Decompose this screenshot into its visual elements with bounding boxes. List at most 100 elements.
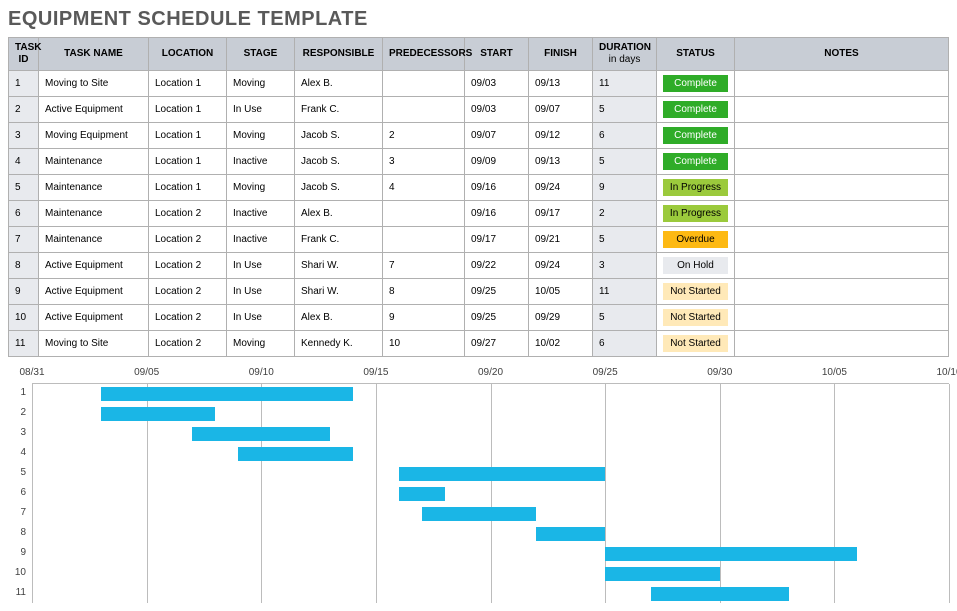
cell-notes	[735, 279, 949, 305]
gantt-date-label: 08/31	[19, 367, 44, 378]
cell-status: Not Started	[657, 279, 735, 305]
gantt-bar	[422, 507, 537, 521]
cell-predecessors	[383, 227, 465, 253]
status-badge: On Hold	[663, 257, 728, 274]
cell-status: Complete	[657, 97, 735, 123]
gantt-row-label: 9	[8, 543, 32, 563]
cell-start: 09/03	[465, 97, 529, 123]
col-header-duration: DURATION in days	[593, 38, 657, 71]
gantt-row-label: 10	[8, 563, 32, 583]
gantt-row-label: 2	[8, 403, 32, 423]
status-badge: Complete	[663, 101, 728, 118]
cell-start: 09/25	[465, 305, 529, 331]
cell-id: 3	[9, 123, 39, 149]
table-row: 2Active EquipmentLocation 1In UseFrank C…	[9, 97, 949, 123]
cell-status: Overdue	[657, 227, 735, 253]
cell-duration: 6	[593, 123, 657, 149]
cell-notes	[735, 305, 949, 331]
status-badge: In Progress	[663, 179, 728, 196]
cell-start: 09/27	[465, 331, 529, 357]
cell-duration: 5	[593, 97, 657, 123]
cell-stage: In Use	[227, 279, 295, 305]
cell-finish: 09/24	[529, 175, 593, 201]
cell-location: Location 2	[149, 201, 227, 227]
cell-location: Location 2	[149, 331, 227, 357]
cell-duration: 11	[593, 71, 657, 97]
cell-start: 09/03	[465, 71, 529, 97]
table-row: 10Active EquipmentLocation 2In UseAlex B…	[9, 305, 949, 331]
cell-notes	[735, 253, 949, 279]
cell-predecessors: 9	[383, 305, 465, 331]
cell-responsible: Jacob S.	[295, 175, 383, 201]
cell-start: 09/09	[465, 149, 529, 175]
cell-notes	[735, 227, 949, 253]
cell-name: Active Equipment	[39, 253, 149, 279]
table-row: 9Active EquipmentLocation 2In UseShari W…	[9, 279, 949, 305]
cell-finish: 09/29	[529, 305, 593, 331]
cell-id: 5	[9, 175, 39, 201]
cell-stage: Moving	[227, 123, 295, 149]
cell-start: 09/17	[465, 227, 529, 253]
cell-finish: 09/17	[529, 201, 593, 227]
cell-finish: 09/12	[529, 123, 593, 149]
table-row: 7MaintenanceLocation 2InactiveFrank C.09…	[9, 227, 949, 253]
cell-predecessors: 10	[383, 331, 465, 357]
cell-stage: In Use	[227, 305, 295, 331]
cell-stage: Inactive	[227, 201, 295, 227]
cell-responsible: Shari W.	[295, 253, 383, 279]
gantt-row-label: 3	[8, 423, 32, 443]
status-badge: Complete	[663, 127, 728, 144]
cell-stage: Inactive	[227, 227, 295, 253]
cell-start: 09/25	[465, 279, 529, 305]
col-header-status: STATUS	[657, 38, 735, 71]
cell-finish: 09/13	[529, 149, 593, 175]
cell-name: Maintenance	[39, 149, 149, 175]
cell-duration: 6	[593, 331, 657, 357]
cell-status: On Hold	[657, 253, 735, 279]
cell-id: 9	[9, 279, 39, 305]
cell-location: Location 1	[149, 71, 227, 97]
gantt-bar	[101, 387, 353, 401]
cell-id: 6	[9, 201, 39, 227]
status-badge: Not Started	[663, 283, 728, 300]
cell-finish: 10/02	[529, 331, 593, 357]
page-title: EQUIPMENT SCHEDULE TEMPLATE	[8, 8, 949, 31]
cell-status: Not Started	[657, 331, 735, 357]
cell-responsible: Frank C.	[295, 227, 383, 253]
cell-finish: 10/05	[529, 279, 593, 305]
gantt-grid	[32, 383, 949, 603]
cell-notes	[735, 149, 949, 175]
cell-duration: 11	[593, 279, 657, 305]
cell-name: Maintenance	[39, 227, 149, 253]
cell-name: Active Equipment	[39, 97, 149, 123]
cell-location: Location 2	[149, 279, 227, 305]
cell-notes	[735, 97, 949, 123]
cell-stage: Moving	[227, 71, 295, 97]
cell-responsible: Shari W.	[295, 279, 383, 305]
gantt-chart: 08/3109/0509/1009/1509/2009/2509/3010/05…	[8, 367, 949, 603]
cell-notes	[735, 175, 949, 201]
col-header-responsible: RESPONSIBLE	[295, 38, 383, 71]
gantt-row-labels: 1234567891011	[8, 383, 32, 603]
status-badge: Complete	[663, 153, 728, 170]
gantt-gridline	[491, 384, 492, 603]
cell-predecessors	[383, 71, 465, 97]
gantt-row-label: 4	[8, 443, 32, 463]
cell-name: Moving to Site	[39, 71, 149, 97]
cell-finish: 09/24	[529, 253, 593, 279]
cell-duration: 3	[593, 253, 657, 279]
cell-status: In Progress	[657, 201, 735, 227]
gantt-bar	[536, 527, 605, 541]
gantt-bar	[399, 487, 445, 501]
cell-responsible: Jacob S.	[295, 149, 383, 175]
gantt-bar	[238, 447, 353, 461]
cell-responsible: Alex B.	[295, 305, 383, 331]
gantt-row-label: 1	[8, 383, 32, 403]
cell-location: Location 1	[149, 175, 227, 201]
gantt-row-label: 6	[8, 483, 32, 503]
cell-duration: 5	[593, 149, 657, 175]
cell-location: Location 1	[149, 123, 227, 149]
gantt-date-label: 09/20	[478, 367, 503, 378]
cell-name: Active Equipment	[39, 305, 149, 331]
gantt-row-label: 7	[8, 503, 32, 523]
